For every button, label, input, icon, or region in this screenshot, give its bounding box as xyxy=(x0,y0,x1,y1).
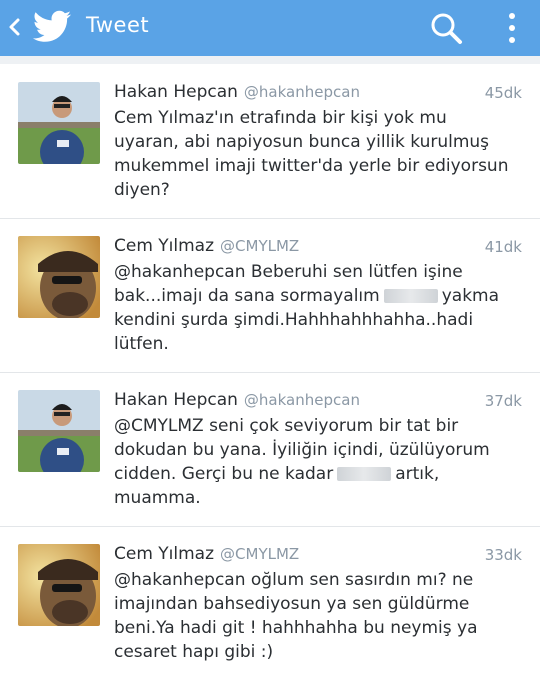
avatar[interactable] xyxy=(18,544,100,626)
tweet-timestamp: 33dk xyxy=(484,546,522,564)
censored-word xyxy=(337,467,392,481)
author-line: Cem Yılmaz @CMYLMZ xyxy=(114,236,299,256)
tweet-text: Cem Yılmaz'ın etrafında bir kişi yok mu … xyxy=(114,108,509,200)
tweet-timestamp: 41dk xyxy=(484,238,522,256)
avatar[interactable] xyxy=(18,390,100,472)
author-name[interactable]: Hakan Hepcan xyxy=(114,390,238,410)
tweet-text: @hakanhepcan Beberuhi sen lütfen işine b… xyxy=(114,260,514,356)
page-title: Tweet xyxy=(86,13,150,37)
search-icon[interactable] xyxy=(428,10,464,46)
tweet-timestamp: 45dk xyxy=(484,84,522,102)
author-name[interactable]: Cem Yılmaz xyxy=(114,236,214,256)
author-name[interactable]: Cem Yılmaz xyxy=(114,544,214,564)
tweet-item[interactable]: Cem Yılmaz @CMYLMZ 41dk @hakanhepcan Bebe… xyxy=(0,218,540,373)
more-vert-icon[interactable] xyxy=(504,8,520,48)
author-handle[interactable]: @hakanhepcan xyxy=(244,391,360,409)
author-line: Hakan Hepcan @hakanhepcan xyxy=(114,390,360,410)
censored-word xyxy=(383,289,438,303)
avatar[interactable] xyxy=(18,236,100,318)
header-divider xyxy=(0,56,540,64)
author-line: Cem Yılmaz @CMYLMZ xyxy=(114,544,299,564)
avatar[interactable] xyxy=(18,82,100,164)
author-name[interactable]: Hakan Hepcan xyxy=(114,82,238,102)
author-handle[interactable]: @CMYLMZ xyxy=(220,545,299,563)
author-line: Hakan Hepcan @hakanhepcan xyxy=(114,82,360,102)
tweet-timestamp: 37dk xyxy=(484,392,522,410)
back-chevron-icon[interactable] xyxy=(6,14,24,40)
tweet-item[interactable]: Hakan Hepcan @hakanhepcan 37dk @CMYLMZ se… xyxy=(0,372,540,527)
twitter-bird-icon[interactable] xyxy=(32,10,72,44)
tweet-text: @CMYLMZ seni çok seviyorum bir tat bir d… xyxy=(114,414,514,510)
tweet-item[interactable]: Cem Yılmaz @CMYLMZ 33dk @hakanhepcan oğlu… xyxy=(0,526,540,686)
tweet-text: @hakanhepcan oğlum sen sasırdın mı? ne i… xyxy=(114,570,478,662)
author-handle[interactable]: @hakanhepcan xyxy=(244,83,360,101)
top-app-bar: Tweet xyxy=(0,0,540,56)
author-handle[interactable]: @CMYLMZ xyxy=(220,237,299,255)
tweet-item[interactable]: Hakan Hepcan @hakanhepcan 45dk Cem Yılmaz… xyxy=(0,64,540,219)
